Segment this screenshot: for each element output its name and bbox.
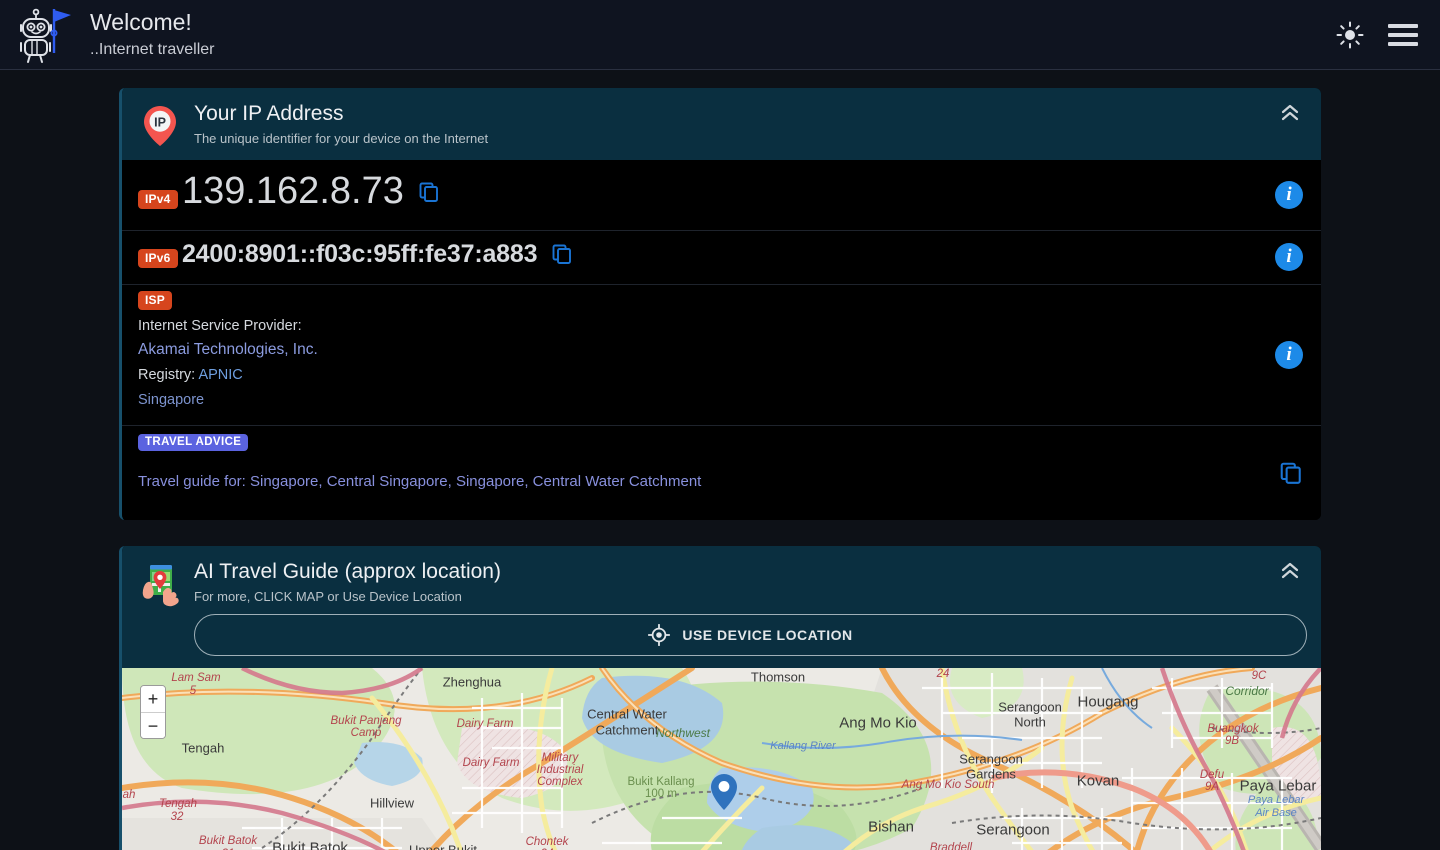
ip-card-title: Your IP Address [194,102,344,125]
info-icon: i [1275,180,1303,209]
travel-card-collapse-button[interactable] [1279,560,1301,585]
top-bar: Welcome! ..Internet traveller [0,0,1440,70]
travel-card-header: AI Travel Guide (approx location) For mo… [122,545,1321,669]
welcome-title: Welcome! [90,8,192,35]
isp-info-button[interactable]: i [1275,340,1303,369]
ipv6-value-wrap: 2400:8901::f03c:95ff:fe37:a883 [182,239,573,270]
isp-registry-value[interactable]: APNIC [198,367,242,383]
ai-travel-guide-card: AI Travel Guide (approx location) For mo… [119,545,1321,850]
use-device-location-label: USE DEVICE LOCATION [682,627,853,644]
ipv4-row: IPv4 139.162.8.73 i [122,160,1321,231]
isp-row: ISP Internet Service Provider: Akamai Te… [122,284,1321,426]
ipv4-value: 139.162.8.73 [181,170,404,212]
gps-crosshair-icon [648,624,671,647]
info-icon: i [1275,340,1303,369]
travel-advice-row: TRAVEL ADVICE Travel guide for: Singapor… [122,425,1321,520]
location-map[interactable]: Lam Sam 5 Bukit Panjang Camp Tengah Tengah 32 B… [122,668,1321,850]
info-icon: i [1275,243,1303,272]
travel-card-title: AI Travel Guide (approx location) [194,559,501,583]
ipv4-value-wrap: 139.162.8.73 [182,168,440,216]
ipv6-badge: IPv6 [138,248,178,268]
isp-registry-label: Registry: [138,366,196,383]
isp-registry: Registry: APNIC [138,365,1251,387]
ip-map-pin-icon: IP [138,100,182,148]
ipv4-info-button[interactable]: i [1275,180,1303,209]
isp-name[interactable]: Akamai Technologies, Inc. [138,338,1251,361]
map-zoom-out-button[interactable]: − [141,712,165,739]
brand: Welcome! ..Internet traveller [14,5,215,65]
copy-icon[interactable] [418,181,440,203]
ipv6-info-button[interactable]: i [1275,243,1303,272]
use-device-location-button[interactable]: USE DEVICE LOCATION [194,614,1307,657]
location-marker-icon[interactable] [709,773,739,816]
map-zoom-controls: + − [140,685,166,740]
ipv4-badge: IPv4 [138,190,178,209]
page-content: IP Your IP Address The unique identifier… [0,70,1440,850]
sun-icon[interactable] [1336,21,1364,49]
welcome-subtitle: ..Internet traveller [90,40,215,58]
brand-text: Welcome! ..Internet traveller [90,8,215,61]
hamburger-menu-icon[interactable] [1388,23,1418,46]
robot-flag-icon [14,5,76,65]
ip-card-header-texts: Your IP Address The unique identifier fo… [194,100,1307,146]
map-zoom-in-button[interactable]: + [141,686,165,713]
map-in-hand-icon [138,558,182,608]
svg-text:IP: IP [154,115,166,129]
travel-advice-copy-button[interactable] [1279,461,1303,485]
travel-advice-text[interactable]: Travel guide for: Singapore, Central Sin… [138,453,1251,506]
ip-card-header: IP Your IP Address The unique identifier… [122,88,1321,160]
travel-card-subtitle: For more, CLICK MAP or Use Device Locati… [194,589,462,605]
isp-badge: ISP [138,290,172,310]
map-tiles [122,668,1321,850]
ip-card-subtitle: The unique identifier for your device on… [194,131,489,147]
ipv6-value: 2400:8901::f03c:95ff:fe37:a883 [181,239,538,268]
ip-card-collapse-button[interactable] [1279,102,1301,127]
copy-icon[interactable] [551,243,573,265]
travel-card-header-texts: AI Travel Guide (approx location) For mo… [194,558,1307,657]
ip-address-card: IP Your IP Address The unique identifier… [119,88,1321,520]
isp-country: Singapore [138,391,205,408]
isp-label: Internet Service Provider: [138,317,302,334]
travel-advice-badge: TRAVEL ADVICE [138,433,249,451]
ipv6-row: IPv6 2400:8901::f03c:95ff:fe37:a883 i [122,230,1321,285]
top-bar-actions [1336,21,1418,49]
